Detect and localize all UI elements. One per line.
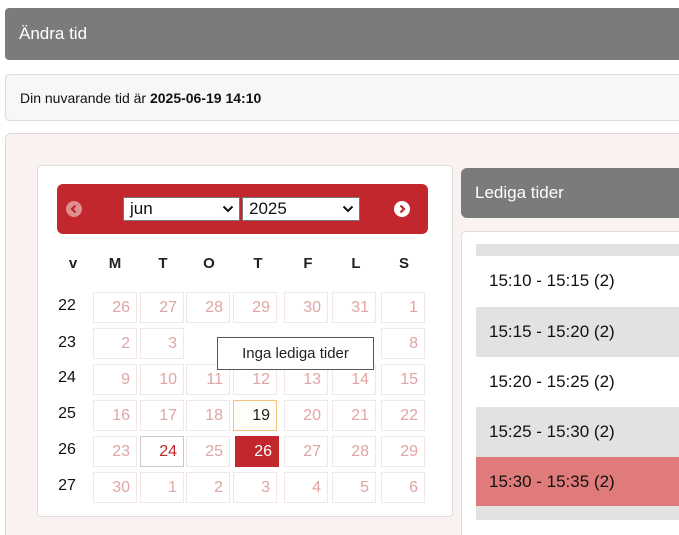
free-times-header: Lediga tider bbox=[461, 168, 679, 218]
calendar-day[interactable]: 20 bbox=[284, 400, 328, 431]
weekday-header: F bbox=[303, 255, 313, 272]
current-time-box: Din nuvarande tid är 2025-06-19 14:10 bbox=[5, 74, 679, 121]
calendar-day[interactable]: 24 bbox=[140, 436, 184, 467]
calendar-day[interactable]: 21 bbox=[332, 400, 376, 431]
time-slot[interactable]: 15:20 - 15:25 (2) bbox=[476, 357, 679, 407]
calendar-day[interactable]: 8 bbox=[381, 328, 425, 359]
calendar-day[interactable]: 19 bbox=[233, 400, 277, 431]
month-value: jun bbox=[130, 199, 153, 218]
next-month-button[interactable] bbox=[394, 201, 410, 217]
calendar-day[interactable]: 4 bbox=[284, 472, 328, 503]
slot-list-top-strip bbox=[476, 244, 679, 256]
calendar-day[interactable]: 29 bbox=[233, 292, 277, 323]
time-slot-selected[interactable]: 15:30 - 15:35 (2) bbox=[476, 457, 679, 507]
chevron-down-icon bbox=[222, 205, 234, 213]
calendar-day[interactable]: 15 bbox=[381, 364, 425, 395]
current-time-value: 2025-06-19 14:10 bbox=[149, 90, 262, 106]
page-header: Ändra tid bbox=[5, 8, 679, 60]
calendar-day[interactable]: 30 bbox=[284, 292, 328, 323]
week-number: 24 bbox=[58, 369, 76, 386]
slot-list-bottom-strip bbox=[476, 506, 679, 520]
current-time-text: Din nuvarande tid är 2025-06-19 14:10 bbox=[20, 90, 261, 106]
calendar-day[interactable]: 29 bbox=[381, 436, 425, 467]
year-select[interactable]: 2025 bbox=[242, 197, 360, 221]
calendar-day[interactable]: 28 bbox=[332, 436, 376, 467]
chevron-left-icon bbox=[70, 204, 77, 214]
calendar-day[interactable]: 1 bbox=[140, 472, 184, 503]
week-number: 25 bbox=[58, 405, 76, 422]
calendar-day[interactable]: 26 bbox=[235, 436, 279, 467]
calendar-day[interactable]: 31 bbox=[332, 292, 376, 323]
calendar-day[interactable]: 18 bbox=[186, 400, 230, 431]
time-slot[interactable]: 15:25 - 15:30 (2) bbox=[476, 407, 679, 457]
calendar-day[interactable]: 16 bbox=[93, 400, 137, 431]
calendar-day[interactable]: 27 bbox=[140, 292, 184, 323]
calendar-day[interactable]: 28 bbox=[186, 292, 230, 323]
calendar-day[interactable]: 9 bbox=[93, 364, 137, 395]
weekday-header: O bbox=[203, 255, 215, 272]
calendar-day[interactable]: 22 bbox=[381, 400, 425, 431]
time-slot[interactable]: 15:15 - 15:20 (2) bbox=[476, 307, 679, 357]
previous-month-button[interactable] bbox=[66, 201, 82, 217]
week-number: 23 bbox=[58, 334, 76, 351]
calendar-day[interactable]: 2 bbox=[93, 328, 137, 359]
week-number: 26 bbox=[58, 441, 76, 458]
weekday-header: M bbox=[108, 255, 122, 272]
page-title: Ändra tid bbox=[19, 24, 88, 43]
calendar-day[interactable]: 27 bbox=[284, 436, 328, 467]
calendar-day[interactable]: 26 bbox=[93, 292, 137, 323]
week-column-header: v bbox=[68, 255, 78, 272]
weekday-header: T bbox=[253, 255, 263, 272]
current-time-prefix: Din nuvarande tid är bbox=[20, 90, 150, 106]
month-select[interactable]: jun bbox=[123, 197, 240, 221]
weekday-header: L bbox=[351, 255, 361, 272]
calendar-day[interactable]: 23 bbox=[93, 436, 137, 467]
calendar-day[interactable]: 5 bbox=[332, 472, 376, 503]
calendar-day[interactable]: 6 bbox=[381, 472, 425, 503]
calendar-day[interactable]: 3 bbox=[233, 472, 277, 503]
time-slot[interactable]: 15:10 - 15:15 (2) bbox=[476, 256, 679, 306]
week-number: 27 bbox=[58, 477, 76, 494]
weekday-header: S bbox=[398, 255, 409, 272]
chevron-down-icon bbox=[342, 205, 354, 213]
calendar-day[interactable]: 2 bbox=[186, 472, 230, 503]
chevron-right-icon bbox=[399, 204, 406, 214]
calendar-day[interactable]: 3 bbox=[140, 328, 184, 359]
week-number: 22 bbox=[58, 297, 76, 314]
no-times-tooltip: Inga lediga tider bbox=[217, 337, 374, 370]
free-times-title: Lediga tider bbox=[475, 183, 564, 202]
weekday-header: T bbox=[158, 255, 168, 272]
calendar-day[interactable]: 30 bbox=[93, 472, 137, 503]
calendar-day[interactable]: 17 bbox=[140, 400, 184, 431]
year-value: 2025 bbox=[249, 199, 287, 218]
calendar-header: jun 2025 bbox=[57, 184, 428, 234]
calendar-day[interactable]: 10 bbox=[140, 364, 184, 395]
calendar-day[interactable]: 25 bbox=[186, 436, 230, 467]
calendar-day[interactable]: 1 bbox=[381, 292, 425, 323]
